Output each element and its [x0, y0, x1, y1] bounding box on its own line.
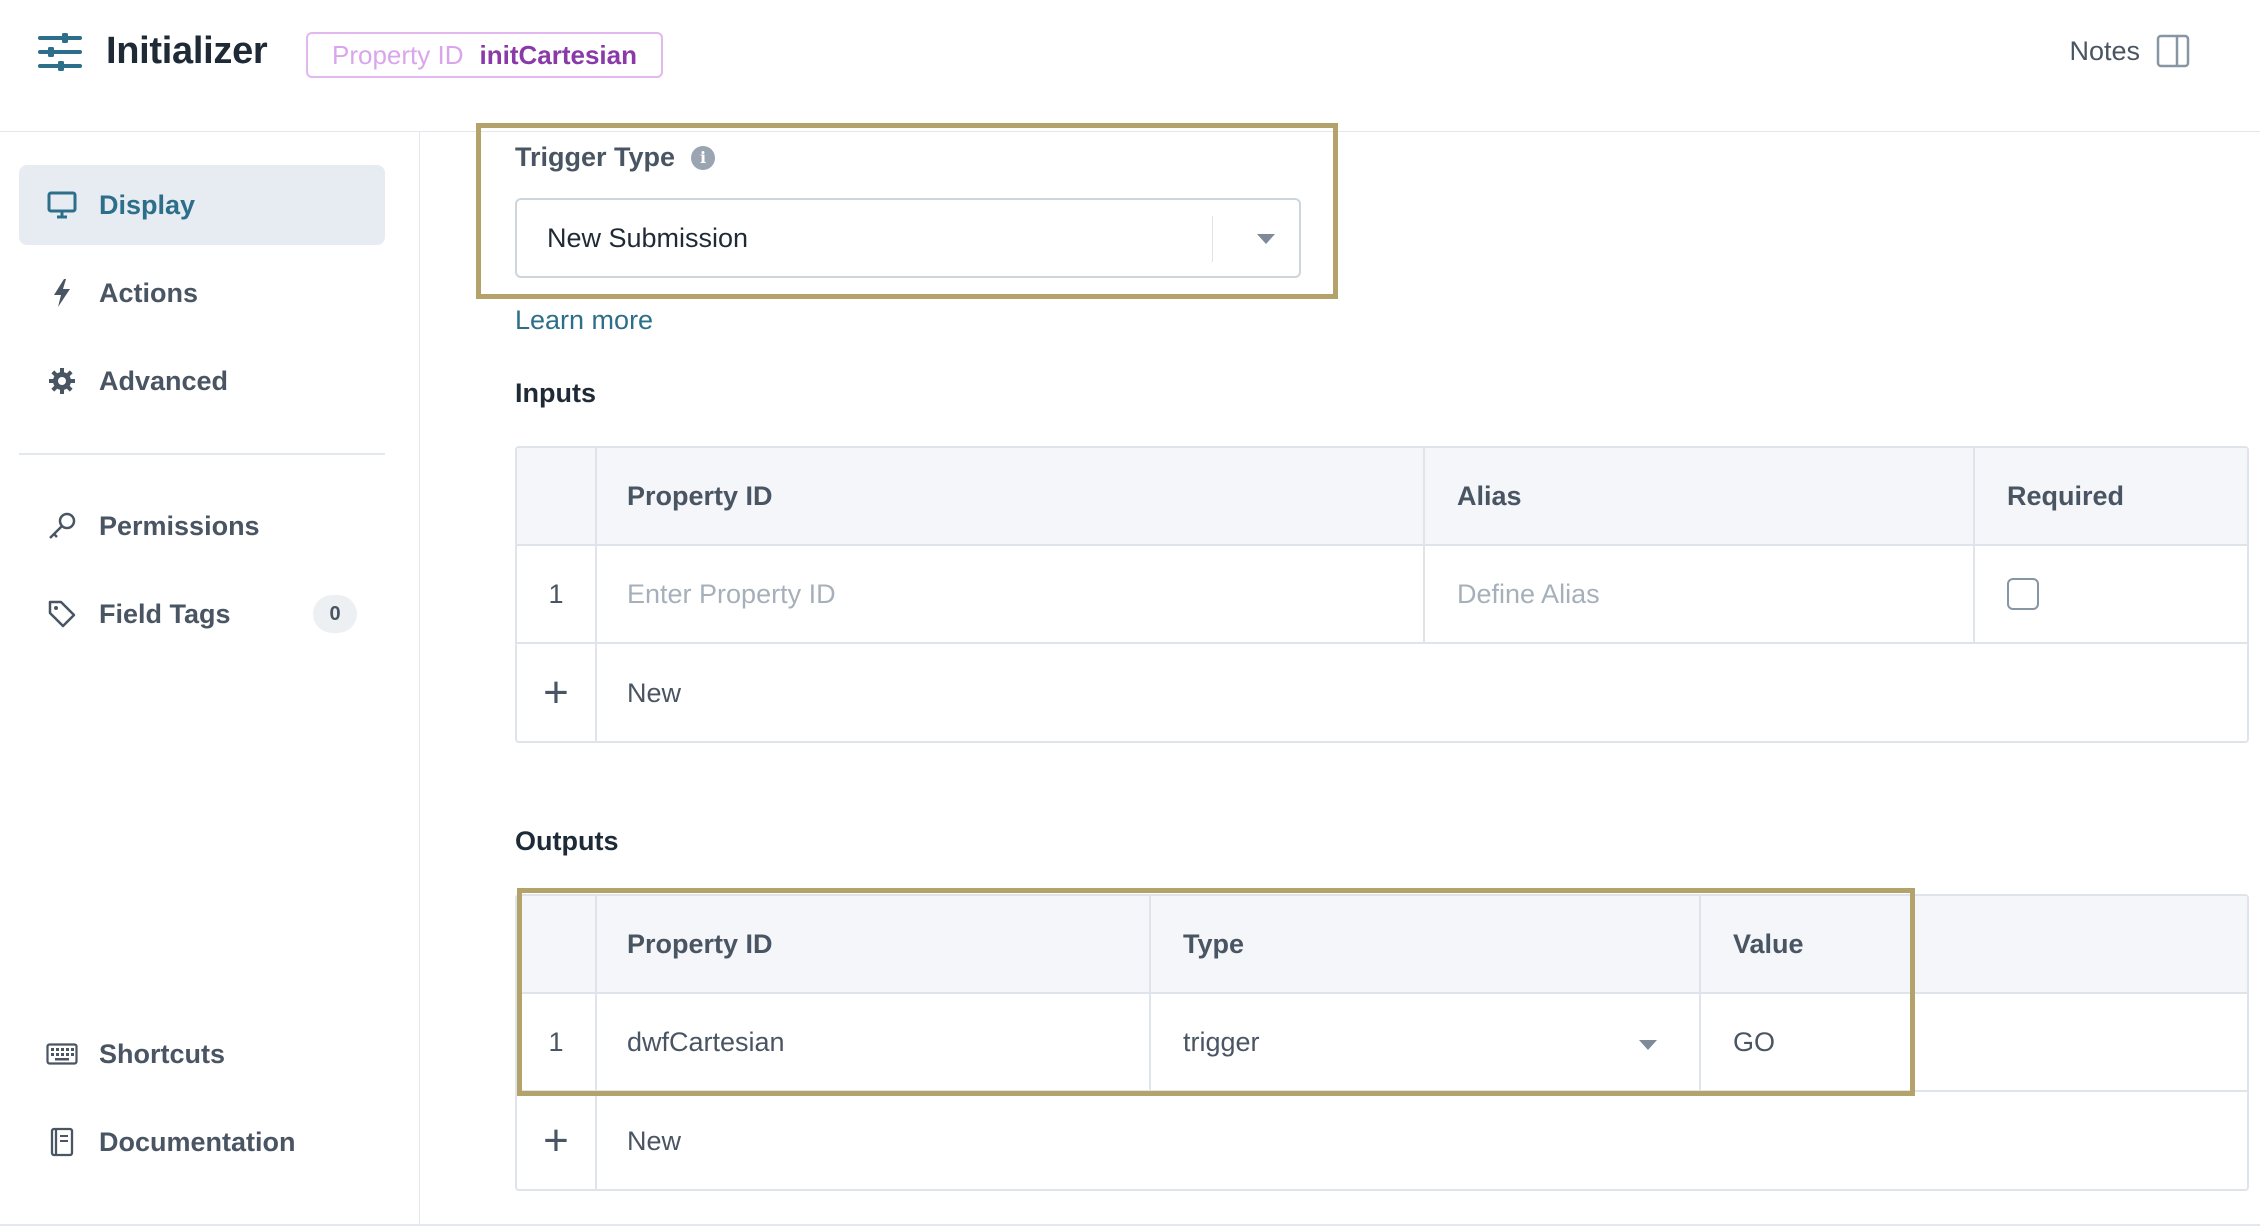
sidebar-item-permissions[interactable]: Permissions [19, 486, 385, 566]
column-header-required: Required [2007, 480, 2125, 511]
property-id-label: Property ID [332, 39, 464, 70]
inputs-title: Inputs [515, 378, 596, 408]
trigger-type-label-text: Trigger Type [515, 142, 676, 172]
sidebar-item-field-tags[interactable]: Field Tags 0 [19, 574, 385, 654]
book-icon [45, 1125, 79, 1159]
sidebar-item-label: Shortcuts [99, 1038, 226, 1069]
trigger-type-label: Trigger Type i [515, 142, 716, 173]
alias-input[interactable]: Define Alias [1425, 546, 1975, 642]
table-row: 1 Enter Property ID Define Alias [517, 546, 2247, 644]
sidebar-item-label: Documentation [99, 1126, 296, 1157]
sidebar-item-advanced[interactable]: Advanced [19, 341, 385, 421]
sidebar-item-shortcuts[interactable]: Shortcuts [19, 1014, 385, 1094]
gear-icon [45, 364, 79, 398]
plus-icon: + [543, 668, 569, 717]
property-id-value: initCartesian [479, 39, 638, 70]
add-icon[interactable]: + [517, 1092, 597, 1190]
add-row[interactable]: + New [517, 644, 2247, 742]
notes-toggle[interactable]: Notes [2069, 34, 2190, 68]
settings-sliders-icon[interactable] [38, 32, 82, 72]
sidebar-item-label: Permissions [99, 510, 260, 541]
inputs-table: Property ID Alias Required 1 Enter Prope… [515, 446, 2249, 743]
sidebar-item-label: Advanced [99, 365, 229, 396]
learn-more-link[interactable]: Learn more [515, 305, 653, 336]
sidebar: Display Actions Advanced Permissions Fie… [0, 132, 420, 1226]
table-header-row: Property ID Alias Required [517, 448, 2247, 546]
sidebar-item-actions[interactable]: Actions [19, 253, 385, 333]
side-panel-icon [2156, 34, 2190, 68]
keyboard-icon [45, 1037, 79, 1071]
add-icon[interactable]: + [517, 644, 597, 742]
index-header-cell [517, 448, 597, 544]
chevron-down-icon [1257, 234, 1275, 244]
plus-icon: + [543, 1116, 569, 1165]
outputs-highlight-box [517, 888, 1915, 1096]
field-tags-count-badge: 0 [313, 595, 357, 633]
add-row[interactable]: + New [517, 1092, 2247, 1190]
sidebar-item-label: Display [99, 189, 196, 220]
info-icon[interactable]: i [691, 145, 716, 170]
lightning-icon [45, 276, 79, 310]
tag-icon [45, 597, 79, 631]
top-bar: Initializer Property ID initCartesian No… [0, 0, 2260, 132]
required-checkbox[interactable] [2007, 578, 2039, 610]
trigger-type-value: New Submission [547, 222, 749, 253]
notes-label: Notes [2069, 35, 2140, 66]
sidebar-divider [19, 453, 385, 455]
key-icon [45, 509, 79, 543]
bottom-divider [0, 1224, 2260, 1226]
page-title: Initializer [106, 30, 268, 72]
required-cell [1975, 546, 2247, 642]
new-output-button[interactable]: New [597, 1092, 2247, 1190]
sidebar-item-label: Field Tags [99, 598, 231, 629]
row-index: 1 [517, 546, 597, 642]
outputs-title: Outputs [515, 826, 619, 856]
select-divider [1211, 216, 1213, 262]
sidebar-item-display[interactable]: Display [19, 165, 385, 245]
new-input-button[interactable]: New [597, 644, 2247, 742]
property-id-input[interactable]: Enter Property ID [597, 546, 1425, 642]
column-header-alias: Alias [1425, 448, 1975, 544]
property-id-badge[interactable]: Property ID initCartesian [306, 32, 663, 78]
sidebar-item-label: Actions [99, 277, 199, 308]
trigger-type-select[interactable]: New Submission [515, 198, 1301, 278]
column-header-property-id: Property ID [597, 448, 1425, 544]
monitor-icon [45, 188, 79, 222]
sidebar-item-documentation[interactable]: Documentation [19, 1102, 385, 1182]
